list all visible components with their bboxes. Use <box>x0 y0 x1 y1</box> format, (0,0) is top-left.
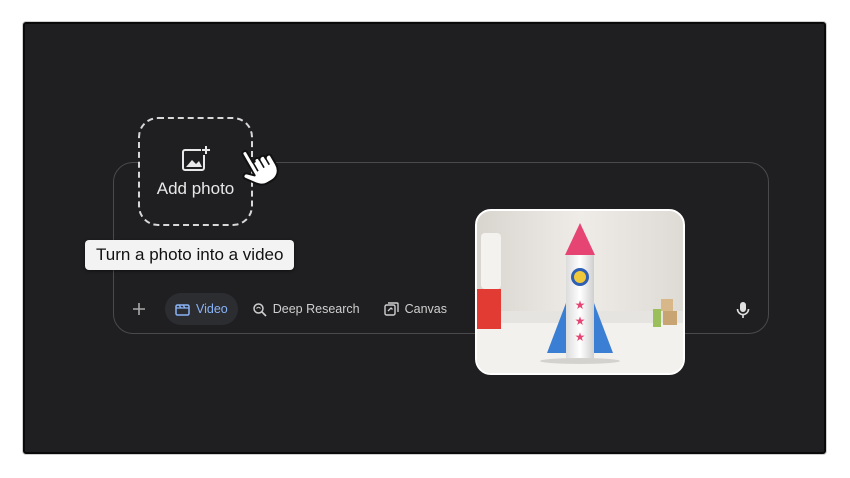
canvas-tool-chip[interactable]: Canvas <box>374 293 457 325</box>
microphone-icon[interactable] <box>734 300 752 320</box>
plus-icon <box>133 303 145 315</box>
svg-text:★: ★ <box>575 330 586 344</box>
deep-research-icon <box>253 302 267 317</box>
add-button[interactable] <box>125 302 153 316</box>
deep-research-tool-chip[interactable]: Deep Research <box>242 293 370 325</box>
add-photo-label: Add photo <box>156 178 235 198</box>
video-icon <box>175 303 190 316</box>
prompt-toolbar: Video Deep Research Canvas <box>125 292 461 326</box>
video-tool-chip[interactable]: Video <box>165 293 238 325</box>
hand-pointer-cursor-icon <box>241 150 279 186</box>
canvas-icon <box>383 301 399 316</box>
uploaded-photo-preview: ★ ★ ★ <box>475 209 685 375</box>
app-window: Add photo Turn a photo into a video Vide… <box>23 22 826 454</box>
svg-text:★: ★ <box>575 298 586 312</box>
add-photo-icon <box>181 144 211 171</box>
svg-text:★: ★ <box>575 314 586 328</box>
rocket-photo-image: ★ ★ ★ <box>477 211 683 373</box>
canvas-chip-label: Canvas <box>404 302 447 316</box>
deep-research-chip-label: Deep Research <box>272 302 360 316</box>
video-chip-label: Video <box>196 302 228 316</box>
tooltip: Turn a photo into a video <box>85 240 295 270</box>
